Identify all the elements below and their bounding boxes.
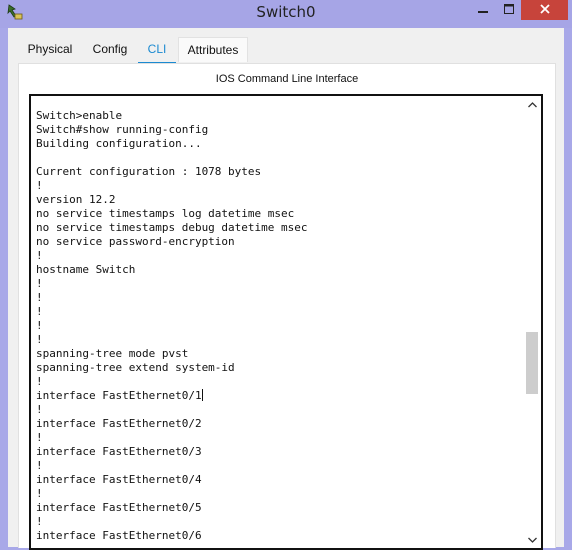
terminal-line: interface FastEthernet0/1	[36, 389, 202, 402]
close-button[interactable]	[521, 0, 568, 20]
chevron-up-icon	[527, 96, 537, 113]
terminal-line: interface FastEthernet0/2	[36, 417, 202, 430]
terminal-line: interface FastEthernet0/6	[36, 529, 202, 542]
terminal-line: !	[36, 431, 43, 444]
terminal-line: Switch#show running-config	[36, 123, 209, 136]
minimize-button[interactable]	[470, 0, 496, 20]
terminal-line: !	[36, 333, 43, 346]
terminal-line: Current configuration : 1078 bytes	[36, 165, 262, 178]
terminal-line: !	[36, 291, 43, 304]
terminal-line: spanning-tree extend system-id	[36, 361, 235, 374]
terminal-line: !	[36, 403, 43, 416]
terminal-line: !	[36, 515, 43, 528]
terminal-scrollbar[interactable]	[523, 96, 541, 548]
tab-config[interactable]: Config	[90, 37, 130, 61]
scroll-up-button[interactable]	[523, 97, 541, 111]
terminal-line: hostname Switch	[36, 263, 136, 276]
maximize-button[interactable]	[496, 0, 521, 20]
close-icon	[539, 1, 550, 19]
terminal-line: !	[36, 179, 43, 192]
scroll-down-button[interactable]	[523, 532, 541, 546]
minimize-icon	[478, 1, 488, 19]
terminal-line: !	[36, 249, 43, 262]
terminal-line: no service password-encryption	[36, 235, 235, 248]
terminal-line: no service timestamps log datetime msec	[36, 207, 295, 220]
window-titlebar[interactable]: Switch0	[0, 0, 572, 28]
terminal-line: spanning-tree mode pvst	[36, 347, 189, 360]
terminal-line: !	[36, 277, 43, 290]
terminal-line: version 12.2	[36, 193, 116, 206]
terminal-line: !	[36, 487, 43, 500]
panel-title: IOS Command Line Interface	[215, 73, 359, 85]
chevron-down-icon	[527, 530, 537, 548]
tab-cli[interactable]: CLI	[138, 37, 176, 65]
cli-panel: IOS Command Line Interface Switch>enable…	[18, 63, 556, 550]
terminal-line: interface FastEthernet0/5	[36, 501, 202, 514]
terminal-line: no service timestamps debug datetime mse…	[36, 221, 308, 234]
tab-physical[interactable]: Physical	[18, 37, 82, 61]
terminal-line: !	[36, 305, 43, 318]
terminal-line: Building configuration...	[36, 137, 202, 150]
terminal-line: Switch>enable	[36, 109, 123, 122]
tab-attributes[interactable]: Attributes	[178, 37, 248, 62]
terminal-line: !	[36, 319, 43, 332]
cli-terminal[interactable]: Switch>enable Switch#show running-config…	[29, 94, 543, 550]
maximize-icon	[503, 1, 514, 19]
terminal-line: interface FastEthernet0/4	[36, 473, 202, 486]
terminal-output: Switch>enable Switch#show running-config…	[36, 109, 308, 543]
scrollbar-thumb[interactable]	[526, 332, 538, 394]
terminal-line: !	[36, 375, 43, 388]
device-window: Physical Config CLI Attributes IOS Comma…	[8, 28, 564, 550]
terminal-line: interface FastEthernet0/3	[36, 445, 202, 458]
text-cursor	[201, 389, 203, 401]
terminal-line: !	[36, 459, 43, 472]
